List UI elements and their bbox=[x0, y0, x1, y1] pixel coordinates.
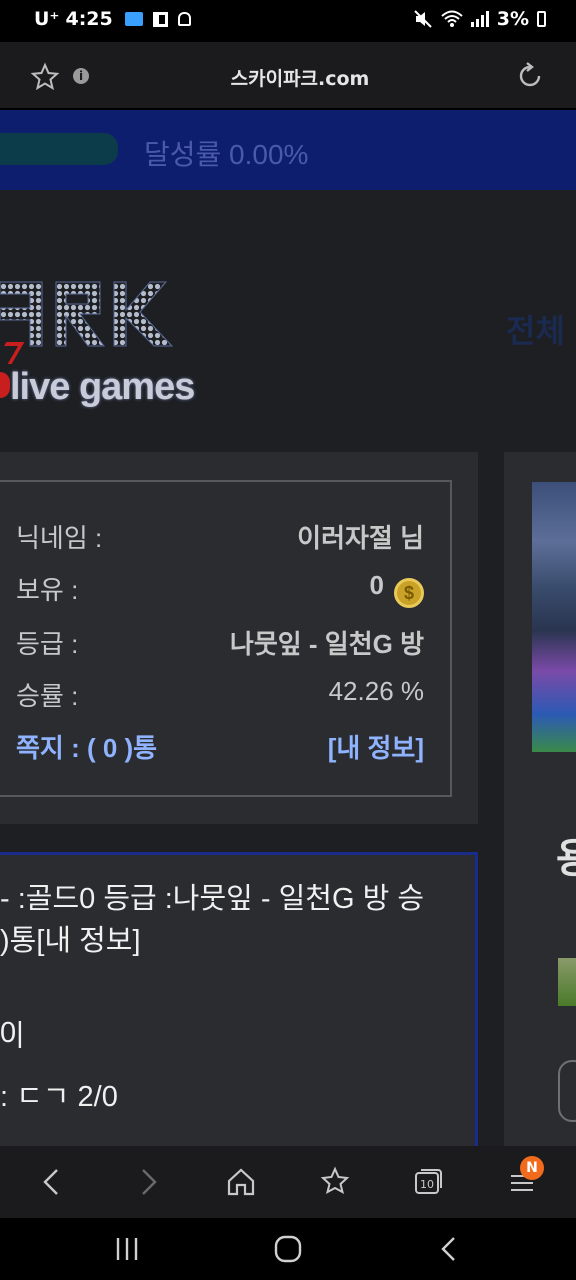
grade-label: 등급 : bbox=[16, 629, 79, 659]
chat-line: )통[내 정보] bbox=[0, 925, 141, 957]
status-right: 3% bbox=[413, 8, 546, 30]
messages-link[interactable]: 쪽지 : ( 0 )통 bbox=[16, 728, 157, 765]
battery-text: 3% bbox=[496, 8, 529, 30]
holdings-value-wrap: 0 $ bbox=[370, 570, 424, 608]
wifi-icon bbox=[441, 10, 463, 27]
grade-value: 나뭇잎 - 일천G 방 bbox=[229, 629, 424, 659]
chat-line: 0| bbox=[0, 1017, 24, 1049]
back-icon[interactable] bbox=[32, 1162, 72, 1202]
home-icon[interactable] bbox=[221, 1162, 261, 1202]
tabs-icon[interactable]: 10 bbox=[408, 1162, 448, 1202]
reload-icon[interactable] bbox=[514, 60, 546, 92]
bookmarks-icon[interactable] bbox=[315, 1162, 355, 1202]
nickname-label: 닉네임 : bbox=[16, 523, 103, 553]
chat-line: - :골드0 등급 :나뭇잎 - 일천G 방 승 bbox=[0, 883, 424, 915]
tabs-count: 10 bbox=[420, 1178, 434, 1191]
logo-red-mark bbox=[0, 372, 10, 398]
holdings-value: 0 bbox=[369, 570, 384, 600]
site-logo[interactable] bbox=[0, 276, 185, 356]
right-section-heading: 용 bbox=[556, 837, 576, 881]
right-column: 용 bbox=[504, 452, 576, 1146]
back-arrow-icon[interactable] bbox=[432, 1232, 466, 1266]
chat-line: : ㄷㄱ 2/0 bbox=[0, 1081, 118, 1113]
carrier-label: U⁺ bbox=[34, 8, 60, 30]
logo-subtitle: live games bbox=[10, 366, 195, 408]
home-circle-icon[interactable] bbox=[271, 1232, 305, 1266]
gallery-icon bbox=[152, 11, 168, 27]
address-bar: i 스카이파크.com bbox=[0, 42, 576, 110]
ghost-icon bbox=[177, 12, 191, 26]
system-nav-bar bbox=[0, 1218, 576, 1280]
progress-label: 달성률 0.00% bbox=[144, 139, 309, 170]
url-text[interactable]: 스카이파크.com bbox=[0, 64, 576, 91]
my-info-link[interactable]: [내 정보] bbox=[328, 728, 424, 765]
user-info-panel: 닉네임 : 이러자절 님 보유 : 0 $ 등급 : 나뭇잎 - 일천G 방 승률… bbox=[0, 452, 478, 824]
mute-icon bbox=[414, 10, 432, 28]
status-bar: U⁺ 4:25 3% bbox=[0, 0, 576, 42]
right-thumbnail[interactable] bbox=[558, 958, 576, 1006]
folder-icon bbox=[124, 12, 143, 26]
nickname-value: 이러자절 님 bbox=[297, 523, 424, 553]
forward-icon[interactable] bbox=[128, 1162, 168, 1202]
user-info-box: 닉네임 : 이러자절 님 보유 : 0 $ 등급 : 나뭇잎 - 일천G 방 승률… bbox=[0, 480, 452, 797]
progress-bar bbox=[0, 133, 118, 165]
menu-badge: N bbox=[520, 1156, 544, 1180]
winrate-value: 42.26 % bbox=[328, 676, 424, 706]
status-left: U⁺ 4:25 bbox=[34, 8, 191, 30]
game-banner-image[interactable] bbox=[532, 482, 576, 752]
battery-icon bbox=[537, 11, 546, 27]
signal-icon bbox=[470, 11, 489, 27]
top-menu-item[interactable]: 전체 bbox=[506, 306, 565, 352]
chat-panel: - :골드0 등급 :나뭇잎 - 일천G 방 승 )통[내 정보] 0| : ㄷ… bbox=[0, 852, 478, 1146]
right-pill-button[interactable] bbox=[558, 1060, 576, 1122]
holdings-label: 보유 : bbox=[16, 575, 79, 605]
coin-icon: $ bbox=[394, 578, 424, 608]
clock: 4:25 bbox=[65, 8, 113, 30]
recents-icon[interactable] bbox=[110, 1232, 144, 1266]
winrate-label: 승률 : bbox=[16, 681, 79, 711]
logo-area: live games 전체 bbox=[0, 190, 576, 452]
browser-toolbar: 10 bbox=[0, 1146, 576, 1218]
progress-banner: 달성률 0.00% bbox=[0, 110, 576, 190]
